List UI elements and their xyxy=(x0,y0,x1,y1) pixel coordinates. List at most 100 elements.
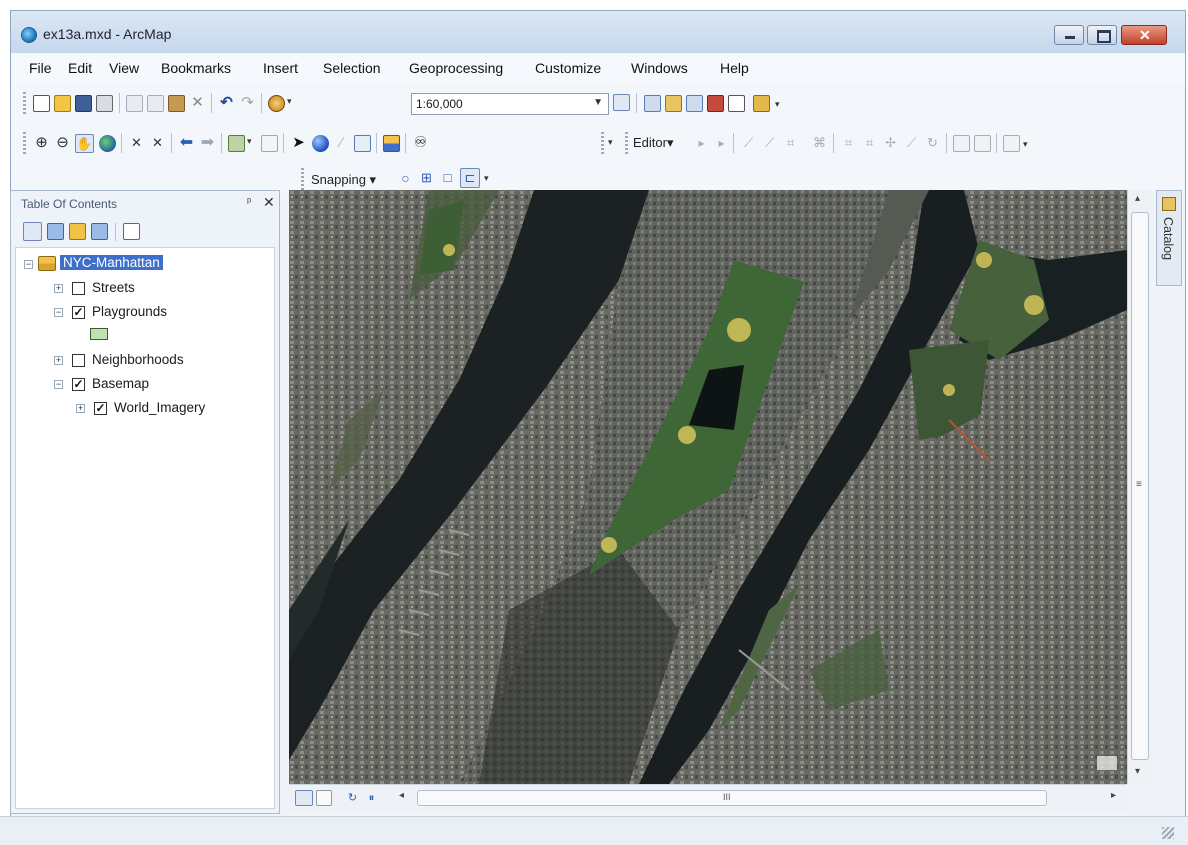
edge-snapping-icon[interactable]: ⊏ xyxy=(460,168,480,188)
search-window-icon[interactable] xyxy=(686,95,703,112)
find-binoculars-icon[interactable]: ♾ xyxy=(412,135,429,152)
model-builder-icon[interactable] xyxy=(753,95,770,112)
list-by-visibility-icon[interactable] xyxy=(69,223,86,240)
hyperlink-icon[interactable]: ⁄ xyxy=(333,135,350,152)
toolbar-options-icon[interactable]: ▾ xyxy=(608,137,616,154)
toc-close-icon[interactable]: ✕ xyxy=(263,194,275,211)
zoom-in-icon[interactable]: ⊕ xyxy=(33,135,50,152)
catalog-tab[interactable]: Catalog xyxy=(1156,190,1182,286)
menu-customize[interactable]: Customize xyxy=(535,60,601,76)
edit-tool-icon[interactable]: ▸ xyxy=(693,135,710,152)
layer-basemap[interactable]: − ✓ Basemap xyxy=(20,374,270,394)
vertical-scroll-thumb[interactable]: ≡ xyxy=(1131,212,1149,760)
fixed-zoom-out-icon[interactable]: ✕ xyxy=(149,135,166,152)
copy-icon[interactable] xyxy=(147,95,164,112)
paste-icon[interactable] xyxy=(168,95,185,112)
add-data-dropdown-icon[interactable]: ▾ xyxy=(287,96,304,113)
layer-world-imagery[interactable]: + ✓ World_Imagery xyxy=(20,398,270,418)
menu-insert[interactable]: Insert xyxy=(263,60,298,76)
trace-icon[interactable]: ⌗ xyxy=(782,135,799,152)
maximize-button[interactable] xyxy=(1087,25,1117,45)
refresh-view-icon[interactable]: ↻ xyxy=(344,790,361,807)
sketch-window-icon[interactable] xyxy=(974,135,991,152)
editor-menu[interactable]: Editor▾ xyxy=(633,135,674,151)
scroll-left-icon[interactable]: ◂ xyxy=(399,790,404,801)
endpoint-arc-icon[interactable]: ⟋ xyxy=(761,135,778,152)
fixed-zoom-in-icon[interactable]: ✕ xyxy=(128,135,145,152)
attributes-icon[interactable] xyxy=(953,135,970,152)
menu-edit[interactable]: Edit xyxy=(68,60,92,76)
cut-polygons-icon[interactable]: ⌗ xyxy=(861,135,878,152)
collapse-icon[interactable]: − xyxy=(54,380,63,389)
list-by-selection-icon[interactable] xyxy=(91,223,108,240)
scroll-down-icon[interactable]: ▾ xyxy=(1135,766,1140,777)
new-document-icon[interactable] xyxy=(33,95,50,112)
rotate-icon[interactable]: ⟋ xyxy=(903,135,920,152)
expand-icon[interactable]: + xyxy=(54,284,63,293)
layout-view-button[interactable] xyxy=(316,790,332,806)
straight-segment-icon[interactable]: ⟋ xyxy=(740,135,757,152)
catalog-window-icon[interactable] xyxy=(665,95,682,112)
menu-view[interactable]: View xyxy=(109,60,139,76)
table-of-contents-icon[interactable] xyxy=(644,95,661,112)
layer-neighborhoods[interactable]: + Neighborhoods xyxy=(20,350,270,370)
add-data-icon[interactable] xyxy=(268,95,285,112)
toc-options-icon[interactable] xyxy=(123,223,140,240)
select-features-icon[interactable] xyxy=(228,135,245,152)
menu-help[interactable]: Help xyxy=(720,60,749,76)
toolbar-options-icon[interactable]: ▾ xyxy=(1023,139,1031,156)
scroll-up-icon[interactable]: ▴ xyxy=(1135,193,1140,204)
save-icon[interactable] xyxy=(75,95,92,112)
pin-icon[interactable]: ᵖ xyxy=(247,196,251,208)
menu-file[interactable]: File xyxy=(29,60,52,76)
menu-geoprocessing[interactable]: Geoprocessing xyxy=(409,60,503,76)
open-folder-icon[interactable] xyxy=(54,95,71,112)
basemap-visibility-checkbox[interactable]: ✓ xyxy=(72,378,85,391)
expand-icon[interactable]: + xyxy=(54,356,63,365)
clear-selection-icon[interactable] xyxy=(261,135,278,152)
toolbar-grip[interactable] xyxy=(601,132,604,154)
neighborhoods-visibility-checkbox[interactable] xyxy=(72,354,85,367)
horizontal-scroll-thumb[interactable]: III xyxy=(417,790,1047,806)
undo-icon[interactable]: ↶ xyxy=(218,95,235,112)
menu-bookmarks[interactable]: Bookmarks xyxy=(161,60,231,76)
playgrounds-visibility-checkbox[interactable]: ✓ xyxy=(72,306,85,319)
menu-selection[interactable]: Selection xyxy=(323,60,381,76)
list-by-source-icon[interactable] xyxy=(47,223,64,240)
edit-vertices-icon[interactable]: ⌘ xyxy=(811,135,828,152)
layer-streets[interactable]: + Streets xyxy=(20,278,270,298)
layer-playgrounds[interactable]: − ✓ Playgrounds xyxy=(20,302,270,322)
pan-icon[interactable]: ✋ xyxy=(75,134,94,153)
redo-icon[interactable]: ↷ xyxy=(239,95,256,112)
resize-grip-icon[interactable] xyxy=(1162,827,1174,839)
toolbar-grip[interactable] xyxy=(301,168,304,190)
identify-icon[interactable] xyxy=(312,135,329,152)
create-features-icon[interactable] xyxy=(1003,135,1020,152)
edit-annotation-icon[interactable]: ▸ xyxy=(713,135,730,152)
print-icon[interactable] xyxy=(96,95,113,112)
measure-icon[interactable] xyxy=(383,135,400,152)
arctoolbox-icon[interactable] xyxy=(707,95,724,112)
python-window-icon[interactable] xyxy=(728,95,745,112)
map-scale-combobox[interactable]: 1:60,000 ▼ xyxy=(411,93,609,115)
select-elements-icon[interactable]: ➤ xyxy=(290,135,307,152)
expand-icon[interactable]: + xyxy=(76,404,85,413)
data-frame-node[interactable]: − NYC-Manhattan xyxy=(20,254,270,274)
editor-toolbar-icon[interactable] xyxy=(613,94,630,111)
toolbar-grip[interactable] xyxy=(23,132,26,154)
scroll-right-icon[interactable]: ▸ xyxy=(1111,790,1116,801)
toolbar-grip[interactable] xyxy=(23,92,26,114)
toolbar-options-icon[interactable]: ▾ xyxy=(484,173,492,190)
html-popup-icon[interactable] xyxy=(354,135,371,152)
toolbar-grip[interactable] xyxy=(625,132,628,154)
minimize-button[interactable] xyxy=(1054,25,1084,45)
map-vertical-scrollbar[interactable]: ▴ ≡ ▾ xyxy=(1127,190,1152,784)
collapse-icon[interactable]: − xyxy=(54,308,63,317)
close-button[interactable]: ✕ xyxy=(1121,25,1167,45)
streets-visibility-checkbox[interactable] xyxy=(72,282,85,295)
zoom-out-icon[interactable]: ⊖ xyxy=(54,135,71,152)
vertex-snapping-icon[interactable]: □ xyxy=(439,170,456,187)
split-tool-icon[interactable]: ✢ xyxy=(882,135,899,152)
sketch-properties-icon[interactable]: ↻ xyxy=(924,135,941,152)
list-by-drawing-order-icon[interactable] xyxy=(23,222,42,241)
